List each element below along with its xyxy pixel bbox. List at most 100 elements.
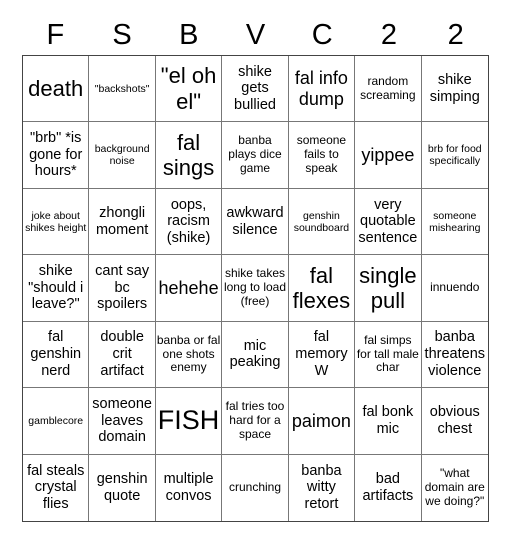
cell-text: double crit artifact [100,329,144,379]
bingo-cell[interactable]: background noise [89,122,156,189]
cell-text: random screaming [360,73,416,102]
bingo-cell[interactable]: "what domain are we doing?" [422,455,488,521]
bingo-cell[interactable]: banba plays dice game [222,122,289,189]
cell-text: shike "should i leave?" [28,262,84,313]
cell-text: crunching [228,479,281,494]
bingo-cell[interactable]: "brb" *is gone for hours* [23,122,90,189]
cell-text: background noise [94,143,150,168]
cell-text: banba threatens violence [424,329,486,379]
cell-text: gamblecore [28,414,84,427]
bingo-cell[interactable]: innuendo [421,255,488,322]
cell-text: death [28,76,84,102]
bingo-cell[interactable]: fal bonk mic [355,388,422,455]
header-letter: B [179,19,199,51]
cell-text: hehehe [158,277,219,298]
bingo-cell[interactable]: fal steals crystal flies [23,454,90,521]
bingo-board: death "backshots" "el oh el" shike gets bul… [22,55,489,522]
bingo-cell[interactable]: gamblecore [23,388,90,455]
header-letter: 2 [447,19,464,51]
bingo-cell[interactable]: mic peaking [222,321,289,389]
header-letter: S [112,19,132,51]
bingo-cell[interactable]: FISH [155,388,223,455]
bingo-cell[interactable]: fal memory W [288,321,356,389]
bingo-cell[interactable]: single pull [355,255,422,322]
cell-text: fal steals crystal flies [27,462,85,513]
bingo-cell[interactable]: crunching [222,454,289,521]
cell-text: "what domain are we doing?" [424,466,485,508]
bingo-cell[interactable]: obvious chest [421,388,488,455]
cell-text: obvious chest [429,404,480,437]
bingo-cell[interactable]: hehehe [155,255,223,322]
cell-text: fal tries too hard for a space [225,399,285,441]
cell-text: multiple convos [163,471,214,504]
cell-text: fal sings [162,129,215,181]
cell-text: fal info dump [294,68,348,109]
bingo-cell[interactable]: fal info dump [288,56,356,123]
bingo-cell[interactable]: "backshots" [89,56,156,123]
bingo-cell[interactable]: shike gets bullied [222,56,289,123]
cell-text: shike takes long to load (free) [223,266,287,308]
bingo-cell[interactable]: shike takes long to load (free) [222,255,289,322]
cell-text: bad artifacts [362,471,414,504]
cell-text: single pull [359,262,417,313]
bingo-cell[interactable]: "el oh el" [155,56,223,123]
bingo-cell[interactable]: banba threatens violence [421,322,488,389]
bingo-cell[interactable]: oops, racism (shike) [155,188,223,256]
bingo-cell[interactable]: banba witty retort [289,454,356,521]
bingo-cell[interactable]: yippee [355,122,422,189]
bingo-cell[interactable]: cant say bc spoilers [89,255,156,322]
header-letter: V [245,19,266,51]
bingo-cell[interactable]: genshin quote [89,454,156,521]
cell-text: shike gets bullied [234,63,276,114]
cell-text: innuendo [430,280,480,295]
bingo-cell[interactable]: death [23,56,90,123]
cell-text: fal simps for tall male char [356,332,419,375]
cell-text: banba plays dice game [228,133,282,176]
cell-text: zhongli moment [95,204,149,238]
bingo-cell[interactable]: fal flexes [288,255,356,322]
cell-text: awkward silence [226,204,284,238]
header-letter: F [46,19,65,51]
cell-text: yippee [361,144,415,165]
bingo-cell[interactable]: paimon [288,388,356,455]
bingo-cell[interactable]: banba or fal one shots enemy [155,321,223,389]
cell-text: fal memory W [295,329,348,379]
bingo-cell[interactable]: shike simping [421,56,488,123]
bingo-cell[interactable]: joke about shikes height [23,188,90,256]
bingo-cell[interactable]: someone fails to speak [288,122,356,189]
cell-text: "el oh el" [160,63,217,114]
bingo-header: F S B V C 2 2 [22,16,489,54]
bingo-cell[interactable]: genshin soundboard [288,188,356,256]
bingo-cell[interactable]: random screaming [355,56,422,123]
bingo-cell[interactable]: someone leaves domain [89,388,156,455]
bingo-cell[interactable]: shike "should i leave?" [23,255,90,322]
bingo-cell[interactable]: zhongli moment [89,188,156,256]
bingo-cell[interactable]: multiple convos [156,454,223,521]
bingo-cell[interactable]: bad artifacts [355,454,422,521]
cell-text: FISH [157,405,220,436]
cell-text: fal bonk mic [362,404,414,437]
cell-text: oops, racism (shike) [166,196,211,246]
cell-text: joke about shikes height [25,209,87,234]
cell-text: brb for food specifically [427,143,482,168]
bingo-cell[interactable]: double crit artifact [89,321,156,389]
bingo-cell[interactable]: someone mishearing [421,189,488,256]
bingo-cell[interactable]: fal simps for tall male char [355,321,422,389]
cell-text: someone leaves domain [92,395,152,446]
bingo-cell[interactable]: fal tries too hard for a space [222,388,289,455]
bingo-cell[interactable]: very quotable sentence [355,188,422,256]
cell-text: fal flexes [292,262,351,313]
cell-text: cant say bc spoilers [95,262,150,313]
cell-text: genshin soundboard [293,209,350,234]
bingo-cell[interactable]: brb for food specifically [421,122,488,189]
cell-text: shike simping [429,72,480,105]
bingo-cell[interactable]: fal sings [155,122,223,189]
cell-text: fal genshin nerd [30,329,82,379]
cell-text: "brb" *is gone for hours* [29,130,83,180]
cell-text: someone mishearing [429,209,481,234]
bingo-cell[interactable]: awkward silence [222,188,289,256]
cell-text: very quotable sentence [358,196,418,246]
cell-text: banba witty retort [301,462,342,513]
bingo-cell[interactable]: fal genshin nerd [23,321,90,389]
cell-text: mic peaking [229,337,281,371]
